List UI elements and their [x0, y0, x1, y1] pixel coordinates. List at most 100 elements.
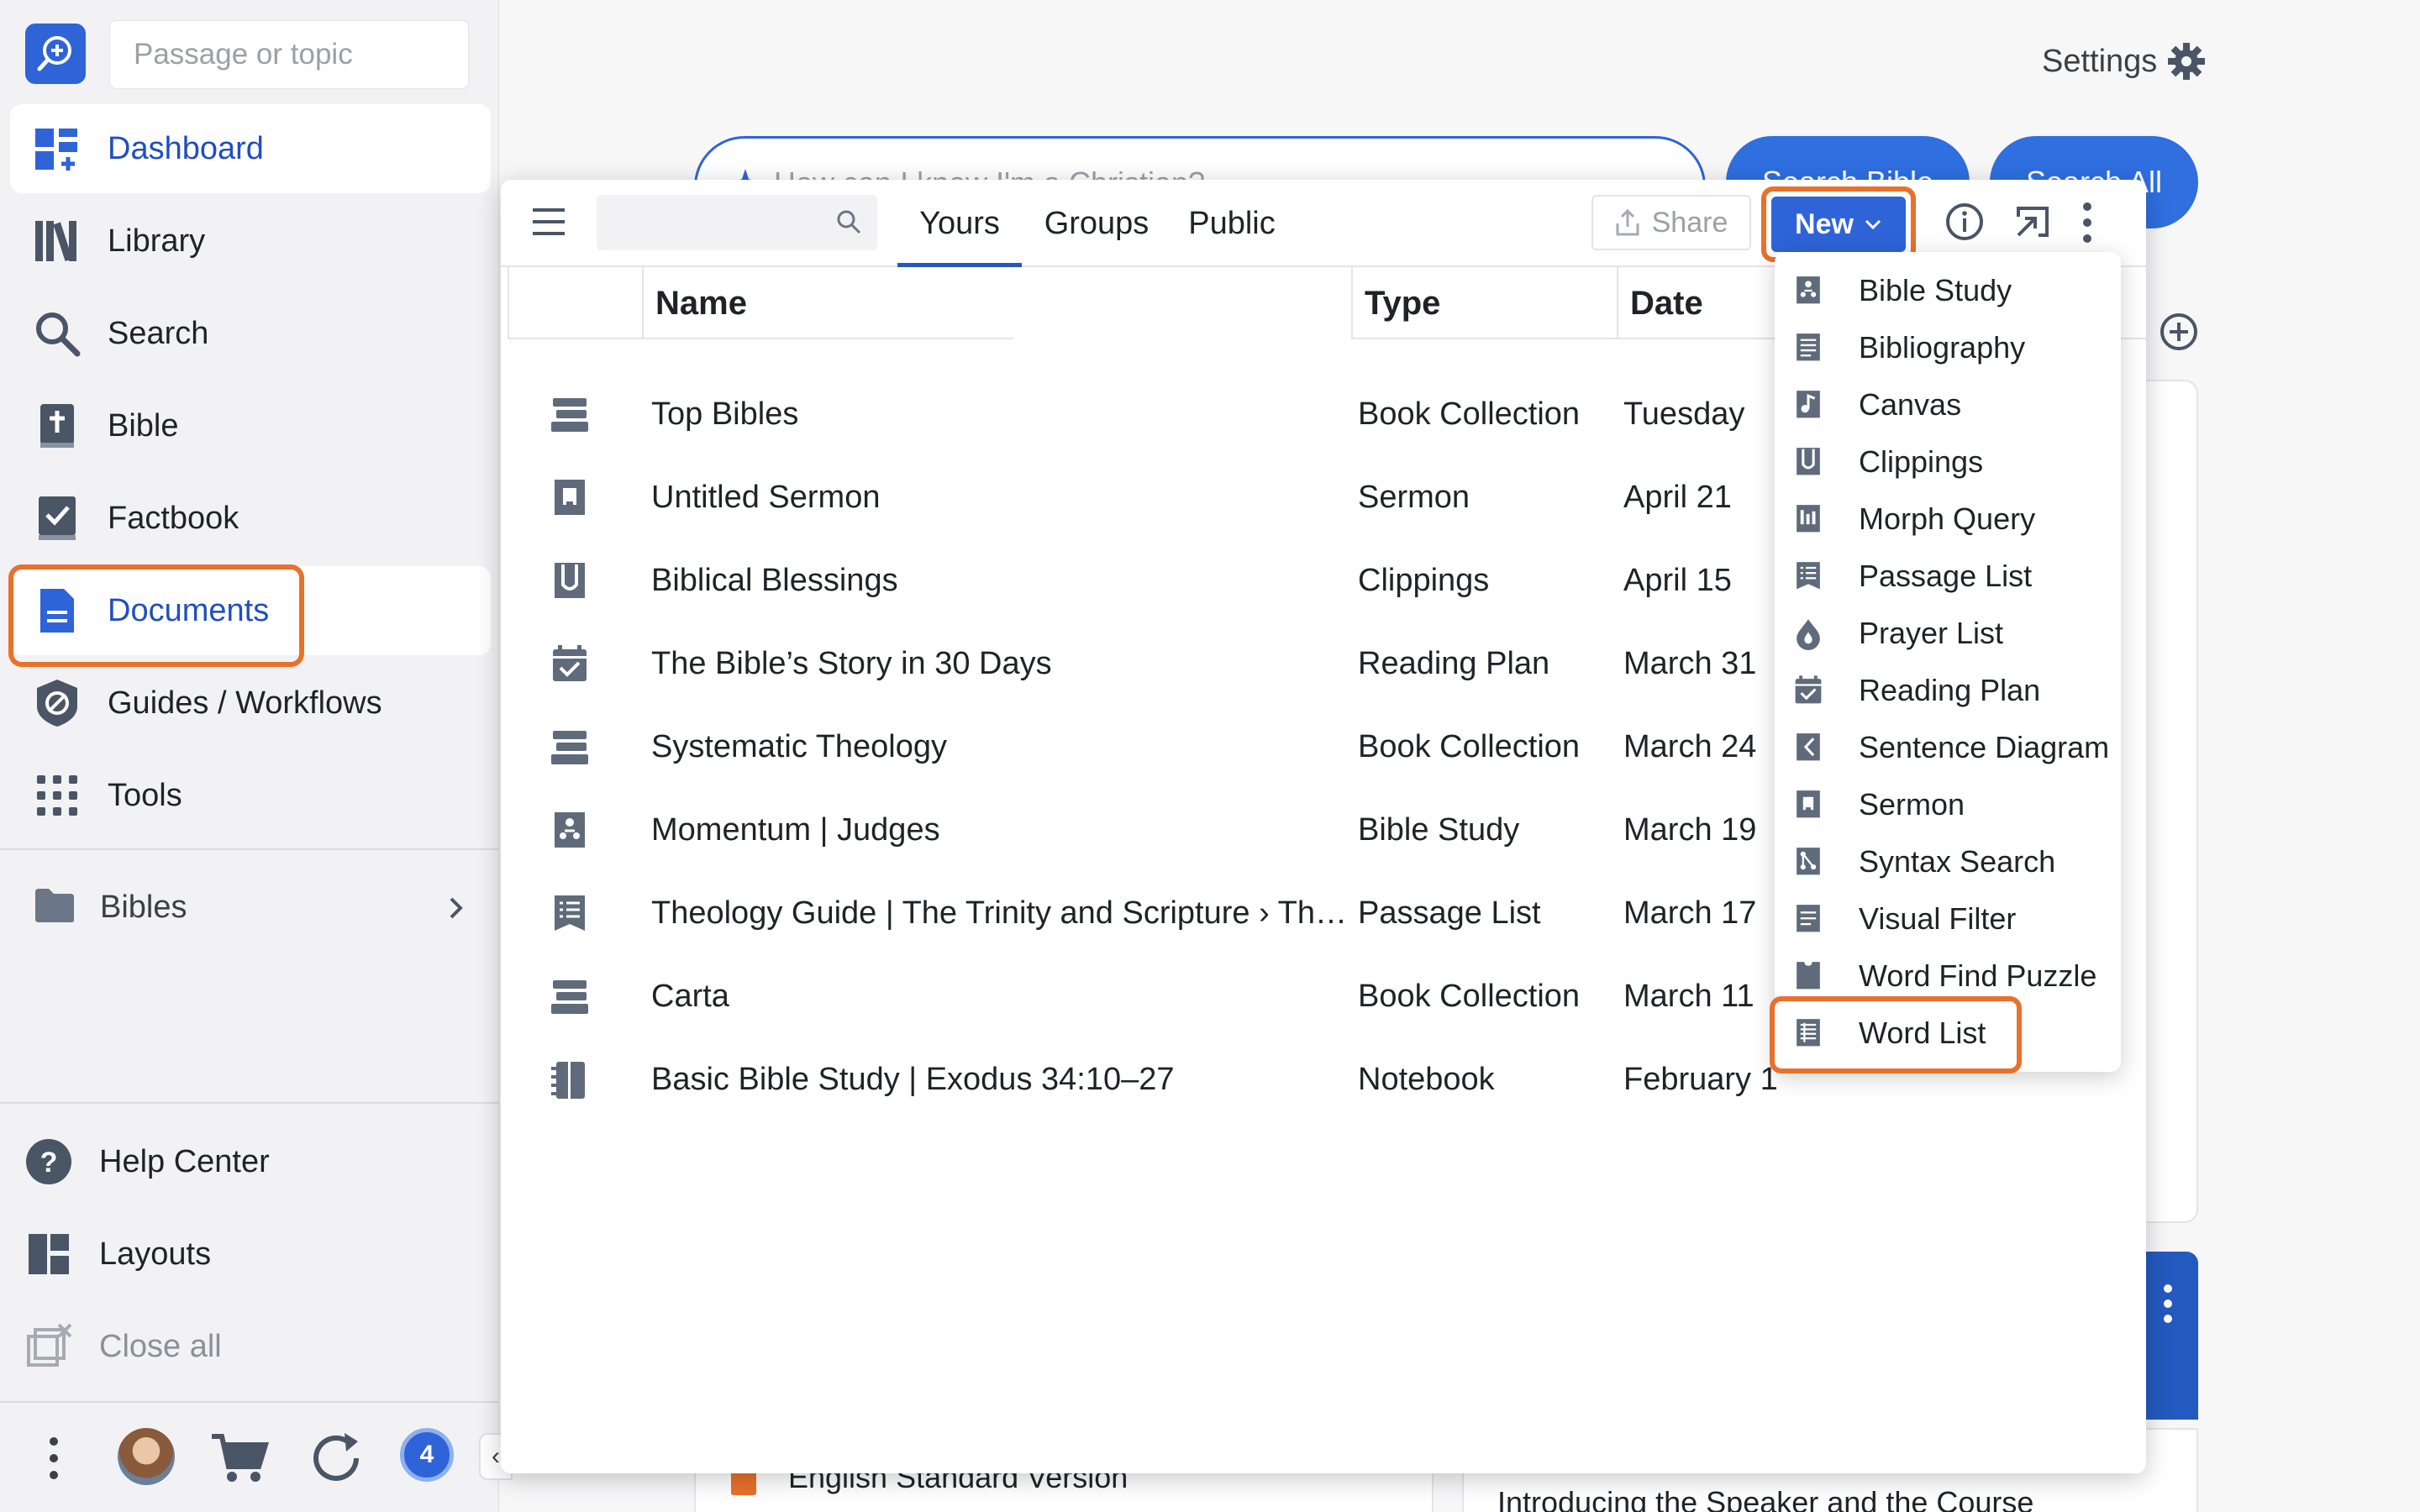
- sidebar-item-dashboard[interactable]: Dashboard: [10, 104, 491, 193]
- sidebar-item-label: Help Center: [99, 1144, 270, 1179]
- cart-icon[interactable]: [210, 1431, 269, 1485]
- menu-item-sermon[interactable]: Sermon: [1775, 776, 2121, 833]
- menu-item-label: Sentence Diagram: [1859, 730, 2110, 764]
- menu-item-label: Word List: [1859, 1016, 1986, 1050]
- sidebar-item-label: Documents: [108, 593, 270, 628]
- sidebar-item-help-center[interactable]: ? Help Center: [2, 1117, 482, 1206]
- document-type: Clippings: [1358, 563, 1490, 598]
- popout-icon[interactable]: [2013, 202, 2052, 240]
- document-type: Notebook: [1358, 1062, 1495, 1097]
- documents-search-input[interactable]: [597, 195, 877, 250]
- sidebar-item-label: Close all: [99, 1329, 222, 1364]
- sidebar-item-label: Dashboard: [108, 131, 264, 166]
- more-options-icon[interactable]: [2081, 200, 2094, 245]
- book-collection-icon: [551, 398, 588, 432]
- sidebar-item-search[interactable]: Search: [10, 289, 491, 378]
- passage-search-input[interactable]: Passage or topic: [109, 20, 469, 89]
- document-type: Bible Study: [1358, 812, 1520, 848]
- morph-query-icon: [1797, 505, 1820, 533]
- document-name: Theology Guide | The Trinity and Scriptu…: [651, 895, 1347, 931]
- menu-item-label: Morph Query: [1859, 501, 2036, 536]
- svg-text:?: ?: [40, 1147, 58, 1179]
- app-logo[interactable]: [25, 24, 86, 84]
- syntax-search-icon: [1797, 848, 1820, 875]
- add-circle-icon[interactable]: [2160, 312, 2198, 351]
- sermon-icon: [1797, 790, 1820, 818]
- sidebar-item-label: Bible: [108, 408, 179, 444]
- document-type: Passage List: [1358, 895, 1541, 931]
- sync-icon[interactable]: [306, 1428, 366, 1488]
- close-all-icon: [27, 1323, 72, 1367]
- menu-item-canvas[interactable]: Canvas: [1775, 376, 2121, 433]
- tab-yours[interactable]: Yours: [897, 180, 1022, 267]
- menu-item-syntax-search[interactable]: Syntax Search: [1775, 833, 2121, 890]
- sidebar-item-label: Tools: [108, 778, 182, 813]
- sermon-icon: [555, 480, 585, 515]
- menu-item-word-find-puzzle[interactable]: Word Find Puzzle: [1775, 948, 2121, 1005]
- document-name: The Bible’s Story in 30 Days: [651, 646, 1052, 681]
- kebab-menu-icon[interactable]: [47, 1435, 60, 1482]
- word-list-icon: [1797, 1019, 1820, 1047]
- card-menu-icon[interactable]: [2161, 1282, 2175, 1326]
- sidebar-item-label: Factbook: [108, 501, 239, 536]
- menu-item-label: Canvas: [1859, 387, 1962, 422]
- sidebar-item-close-all[interactable]: Close all: [2, 1302, 482, 1391]
- logo-search-plus-icon: [37, 36, 71, 71]
- share-icon: [1616, 208, 1639, 236]
- menu-item-label: Sermon: [1859, 787, 1965, 822]
- menu-item-visual-filter[interactable]: Visual Filter: [1775, 890, 2121, 948]
- menu-item-sentence-diagram[interactable]: Sentence Diagram: [1775, 719, 2121, 776]
- search-icon: [837, 210, 861, 234]
- document-date: Tuesday: [1623, 396, 1745, 432]
- sidebar-item-bibles[interactable]: Bibles: [10, 865, 491, 949]
- hamburger-menu-icon[interactable]: [531, 205, 566, 239]
- info-icon[interactable]: [1944, 202, 1985, 242]
- prayer-list-icon: [1797, 619, 1820, 650]
- factbook-icon: [39, 496, 76, 540]
- menu-item-label: Visual Filter: [1859, 901, 2017, 936]
- notification-badge[interactable]: 4: [400, 1428, 454, 1482]
- bibliography-icon: [1797, 333, 1820, 361]
- menu-item-clippings[interactable]: Clippings: [1775, 433, 2121, 491]
- menu-item-word-list[interactable]: Word List: [1775, 1005, 2121, 1062]
- user-avatar[interactable]: [118, 1428, 175, 1485]
- menu-item-morph-query[interactable]: Morph Query: [1775, 491, 2121, 548]
- settings-button[interactable]: Settings: [2042, 42, 2206, 81]
- sidebar-item-layouts[interactable]: Layouts: [2, 1210, 482, 1299]
- help-icon: ?: [26, 1139, 71, 1184]
- sidebar-item-documents[interactable]: Documents: [8, 564, 491, 667]
- menu-item-bibliography[interactable]: Bibliography: [1775, 319, 2121, 376]
- menu-item-passage-list[interactable]: Passage List: [1775, 548, 2121, 605]
- menu-item-label: Bible Study: [1859, 273, 2012, 307]
- new-button[interactable]: New: [1771, 197, 1906, 252]
- document-type: Book Collection: [1358, 729, 1581, 764]
- bible-study-icon: [555, 812, 585, 848]
- menu-item-label: Reading Plan: [1859, 673, 2041, 707]
- course-title: Introducing the Speaker and the Course: [1497, 1485, 2034, 1512]
- sidebar-item-library[interactable]: Library: [10, 197, 491, 286]
- sidebar-item-bible[interactable]: Bible: [10, 381, 491, 470]
- sidebar-item-tools[interactable]: Tools: [10, 751, 491, 840]
- layouts-icon: [29, 1234, 69, 1274]
- menu-item-reading-plan[interactable]: Reading Plan: [1775, 662, 2121, 719]
- menu-item-label: Bibliography: [1859, 330, 2026, 365]
- sidebar-item-label: Library: [108, 223, 206, 259]
- tab-public[interactable]: Public: [1173, 180, 1291, 267]
- clippings-icon: [555, 563, 585, 598]
- tab-groups[interactable]: Groups: [1034, 180, 1160, 267]
- share-button[interactable]: Share: [1591, 195, 1751, 250]
- menu-item-prayer-list[interactable]: Prayer List: [1775, 605, 2121, 662]
- library-icon: [35, 221, 76, 262]
- reading-plan-icon: [553, 645, 587, 681]
- sidebar-item-factbook[interactable]: Factbook: [10, 474, 491, 563]
- menu-item-bible-study[interactable]: Bible Study: [1775, 262, 2121, 319]
- dashboard-icon: [35, 129, 77, 171]
- sidebar-item-guides[interactable]: Guides / Workflows: [10, 659, 491, 748]
- notebook-icon: [551, 1062, 585, 1099]
- settings-label: Settings: [2042, 43, 2158, 79]
- document-date: March 31: [1623, 646, 1757, 681]
- column-header-type[interactable]: Type: [1351, 267, 1617, 339]
- passage-list-icon: [555, 895, 585, 931]
- column-header-name[interactable]: Name: [642, 267, 1013, 339]
- document-name: Basic Bible Study | Exodus 34:10–27: [651, 1062, 1175, 1097]
